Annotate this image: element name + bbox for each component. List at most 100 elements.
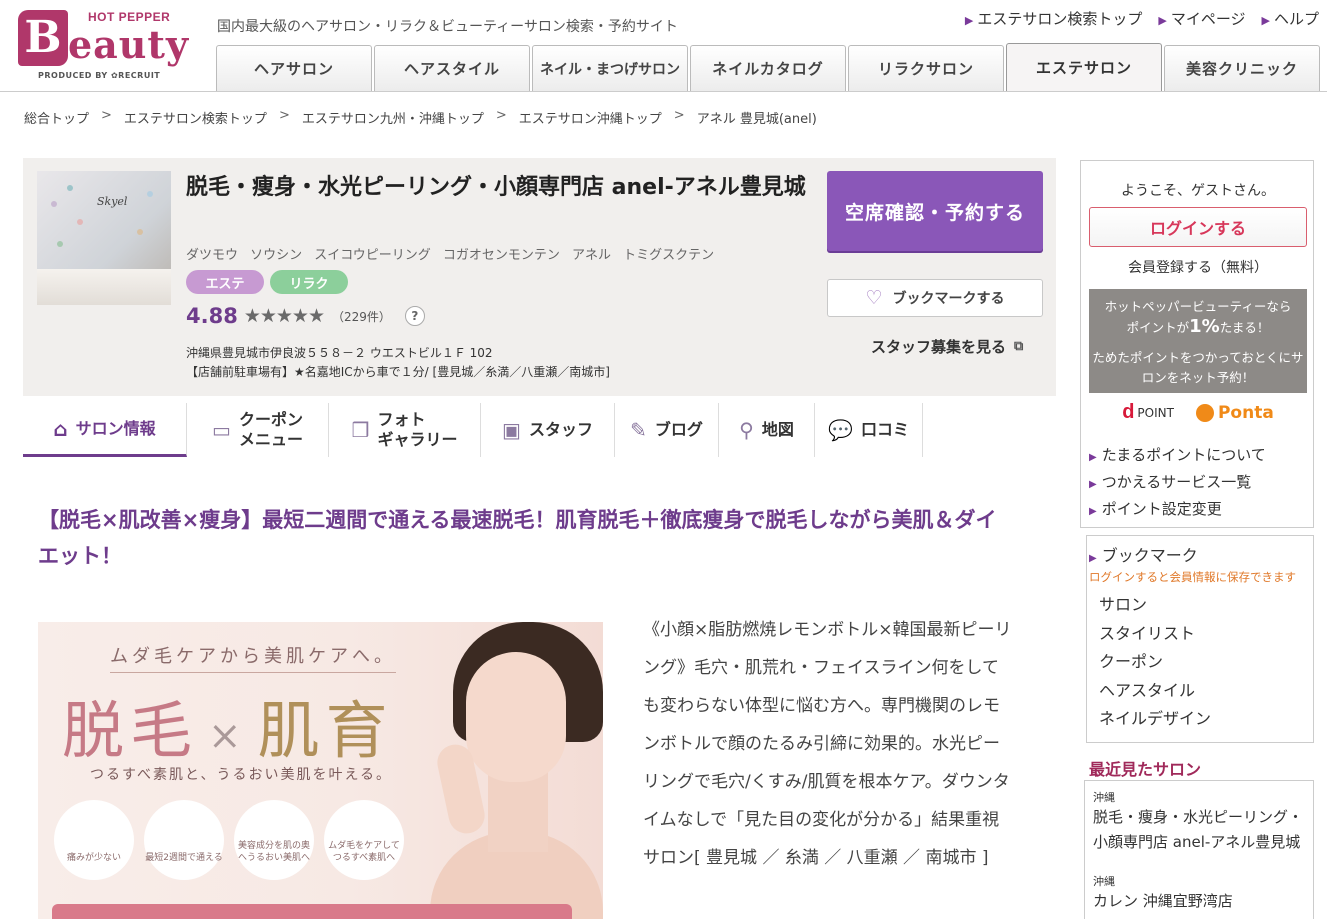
feature-circle: 美容成分を肌の奥へうるおい美肌へ [234,800,314,880]
tab-nail-eyelash-salon[interactable]: ネイル・まつげサロン [532,45,688,91]
breadcrumb-item[interactable]: エステサロン九州・沖縄トップ [302,108,484,127]
salon-name: 脱毛・痩身・水光ピーリング・小顔専門店 anel-アネル豊見城 [186,175,806,200]
point-partner-logos: d POINT Ponta [1081,401,1315,424]
salon-nav-photo-gallery[interactable]: ❒ フォト ギャラリー [329,403,481,457]
recent-salon-link[interactable]: カレン 沖縄宜野湾店 [1093,889,1308,914]
coupon-icon: ▭ [212,418,231,442]
salon-nav-reviews[interactable]: 💬 口コミ [815,403,923,457]
staff-recruit-link[interactable]: スタッフ募集を見る ⧉ [871,336,1023,357]
decor-dot [137,229,143,235]
image-headline: 脱毛 × 肌育 [62,694,394,767]
login-button[interactable]: ログインする [1089,207,1307,247]
tab-nail-catalog[interactable]: ネイルカタログ [690,45,846,91]
recent-salons-title: 最近見たサロン [1089,760,1202,779]
map-pin-icon: ⚲ [739,418,754,442]
staff-recruit-label: スタッフ募集を見る [871,338,1007,356]
image-pink-banner [52,904,572,919]
top-link-mypage[interactable]: ▶ マイページ [1158,8,1245,29]
chevron-right-icon: ▶ [964,14,974,27]
decor-dot [57,241,63,247]
salon-nav: ⌂ サロン情報 ▭ クーポン メニュー ❒ フォト ギャラリー ▣ スタッフ ✎ ブ… [23,403,923,457]
salon-catch-copy: 【脱毛×肌改善×痩身】最短二週間で通える最速脱毛！肌育脱毛＋徹底痩身で脱毛しなが… [38,508,997,568]
link-point-services[interactable]: ▶ つかえるサービス一覧 [1089,470,1266,497]
salon-nav-staff[interactable]: ▣ スタッフ [481,403,615,457]
recent-salons-box: 沖縄 脱毛・痩身・水光ピーリング・小顔専門店 anel-アネル豊見城 沖縄 カレ… [1084,780,1314,919]
salon-kana: ダツモウ ソウシン スイコウピーリング コガオセンモンテン アネル トミグスクテ… [186,248,715,263]
bookmark-button[interactable]: ♡ ブックマークする [827,279,1043,317]
breadcrumb-item[interactable]: 総合トップ [24,108,89,127]
site-tagline: 国内最大級のヘアサロン・リラク＆ビューティーサロン検索・予約サイト [217,19,678,35]
decor-dot [77,219,83,225]
salon-nav-coupon[interactable]: ▭ クーポン メニュー [187,403,329,457]
review-count[interactable]: （229件） [332,308,391,325]
chevron-right-icon: ▶ [1089,553,1097,564]
link-point-settings[interactable]: ▶ ポイント設定変更 [1089,497,1266,524]
salon-address: 沖縄県豊見城市伊良波５５８－２ ウエストビル１Ｆ 102 [186,346,493,360]
recent-salon-link[interactable]: 脱毛・痩身・水光ピーリング・小顔専門店 anel-アネル豊見城 [1093,805,1308,855]
salon-genre-badges: エステ リラク [186,270,348,294]
bookmark-list: サロン スタイリスト クーポン ヘアスタイル ネイルデザイン [1099,591,1211,734]
bookmark-title[interactable]: ▶ ブックマーク [1089,542,1198,566]
feature-circle: 痛みが少ない [54,800,134,880]
salon-rating: 4.88 ★★★★★ （229件） ? [186,304,425,328]
bookmark-button-label: ブックマークする [892,291,1005,307]
breadcrumb-current: アネル 豊見城(anel) [696,112,817,127]
image-tagline: ムダ毛ケアから美肌ケアへ。 [110,642,396,673]
chevron-right-icon: ▶ [1158,14,1167,27]
salon-main-image: ムダ毛ケアから美肌ケアへ。 脱毛 × 肌育 つるすべ素肌と、うるおい美肌を叶える。 … [38,622,603,919]
chevron-right-icon: ▶ [1089,506,1097,517]
badge-esthe: エステ [186,270,264,294]
salon-access: 【店舗前駐車場有】★名嘉地ICから車で１分/ [豊見城／糸満／八重瀬／南城市] [186,365,610,379]
salon-address-block: 沖縄県豊見城市伊良波５５８－２ ウエストビル１Ｆ 102 【店舗前駐車場有】★名… [186,344,610,382]
tab-hair-style[interactable]: ヘアスタイル [374,45,530,91]
badge-relax: リラク [270,270,348,294]
bookmark-item-salon[interactable]: サロン [1099,591,1211,620]
photo-icon: ❒ [351,418,370,442]
ponta-logo: Ponta [1195,403,1274,423]
sidebar-login-box: ようこそ、ゲストさん。 ログインする 会員登録する（無料） ホットペッパービュー… [1080,160,1314,528]
recent-salon-pref: 沖縄 [1093,875,1115,888]
bookmark-item-nail-design[interactable]: ネイルデザイン [1099,705,1211,734]
sidebar-bookmark-box: ▶ ブックマーク ログインすると会員情報に保存できます サロン スタイリスト クー… [1086,535,1314,743]
link-point-about[interactable]: ▶ たまるポイントについて [1089,443,1266,470]
chevron-right-icon: ▶ [1089,452,1097,463]
salon-header-box: Skyel 脱毛・痩身・水光ピーリング・小顔専門店 anel-アネル豊見城 ダツ… [23,158,1056,396]
external-link-icon: ⧉ [1014,339,1024,354]
salon-description: 《小顔×脂肪燃焼レモンボトル×韓国最新ピーリング》毛穴・肌荒れ・フェイスライン何… [643,620,1012,868]
salon-photo-shelf [37,269,171,305]
top-link-help[interactable]: ▶ ヘルプ [1262,8,1319,29]
breadcrumb-item[interactable]: エステサロン検索トップ [124,108,267,127]
feature-circle: 最短2週間で通える [144,800,224,880]
breadcrumb-item[interactable]: エステサロン沖縄トップ [519,108,662,127]
logo-produced-by: PRODUCED BY ✿RECRUIT [38,71,161,80]
tab-esthe-salon[interactable]: エステサロン [1006,43,1162,91]
bookmark-item-hairstyle[interactable]: ヘアスタイル [1099,677,1211,706]
breadcrumb-separator: > [278,108,290,123]
welcome-text: ようこそ、ゲストさん。 [1121,183,1275,199]
bookmark-item-stylist[interactable]: スタイリスト [1099,620,1211,649]
salon-nav-blog[interactable]: ✎ ブログ [615,403,719,457]
salon-photo[interactable]: Skyel [37,171,171,305]
rating-score: 4.88 [186,304,238,328]
tab-hair-salon[interactable]: ヘアサロン [216,45,372,91]
salon-nav-info[interactable]: ⌂ サロン情報 [23,403,187,457]
pencil-icon: ✎ [630,418,647,442]
help-icon[interactable]: ? [404,306,425,326]
ponta-fox-icon [1195,403,1214,422]
salon-photo-sign: Skyel [97,195,128,208]
tab-relax-salon[interactable]: リラクサロン [848,45,1004,91]
point-promo-box[interactable]: ホットペッパービューティーなら ポイントが1%たまる！ ためたポイントをつかって… [1089,289,1307,393]
logo-b-mark: B [18,10,68,66]
chevron-right-icon: ▶ [1089,479,1097,490]
decor-dot [51,201,57,207]
register-link[interactable]: 会員登録する（無料） [1081,257,1315,277]
hotpepper-beauty-logo[interactable]: B HOT PEPPER eauty PRODUCED BY ✿RECRUIT [18,8,188,84]
breadcrumb-separator: > [673,108,685,123]
logo-beauty-text: eauty [68,22,190,67]
salon-nav-map[interactable]: ⚲ 地図 [719,403,815,457]
tab-beauty-clinic[interactable]: 美容クリニック [1164,45,1320,91]
top-link-este-search[interactable]: ▶ エステサロン検索トップ [965,8,1142,29]
decor-dot [147,191,153,197]
bookmark-item-coupon[interactable]: クーポン [1099,648,1211,677]
reserve-button[interactable]: 空席確認・予約する [827,171,1043,251]
